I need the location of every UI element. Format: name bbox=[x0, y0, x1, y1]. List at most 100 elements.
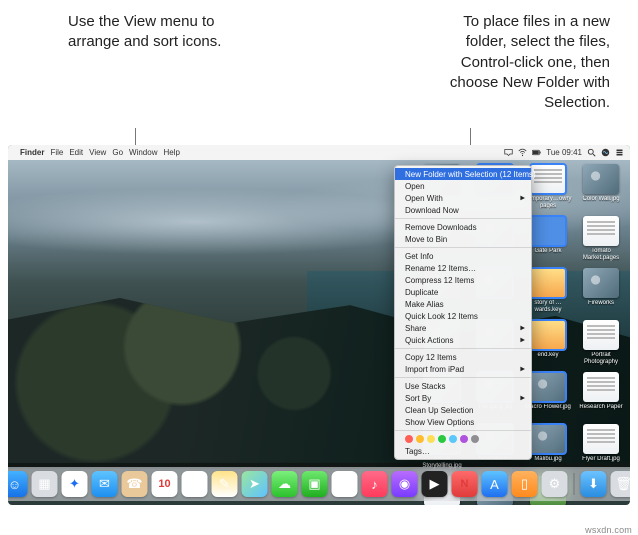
dock-app-downloads[interactable]: ⬇ bbox=[581, 471, 607, 497]
dock-app-contacts[interactable]: ☎ bbox=[122, 471, 148, 497]
context-menu-item[interactable]: Quick Actions bbox=[395, 334, 531, 346]
file-thumbnail-icon bbox=[530, 164, 566, 194]
notification-center-icon[interactable] bbox=[615, 148, 624, 157]
menubar-item-window[interactable]: Window bbox=[129, 148, 157, 157]
file-thumbnail-icon bbox=[530, 424, 566, 454]
tag-color-dot[interactable] bbox=[438, 435, 446, 443]
context-menu-separator bbox=[395, 430, 531, 431]
dock-app-photos[interactable]: ✿ bbox=[332, 471, 358, 497]
menubar-clock[interactable]: Tue 09:41 bbox=[546, 148, 582, 157]
desktop-file[interactable]: Research Paper bbox=[576, 372, 626, 422]
file-thumbnail-icon bbox=[583, 216, 619, 246]
menubar-item-view[interactable]: View bbox=[89, 148, 106, 157]
file-label: Tomato Market.pages bbox=[576, 248, 626, 261]
tag-color-dot[interactable] bbox=[405, 435, 413, 443]
desktop-file[interactable]: Tomato Market.pages bbox=[576, 216, 626, 266]
callout-view-menu: Use the View menu to arrange and sort ic… bbox=[68, 12, 238, 113]
file-label: Fireworks bbox=[588, 300, 614, 307]
dock-app-news[interactable]: N bbox=[452, 471, 478, 497]
tag-color-dot[interactable] bbox=[427, 435, 435, 443]
file-label: end.key bbox=[537, 352, 558, 359]
file-thumbnail-icon bbox=[530, 216, 566, 246]
context-menu-item[interactable]: Quick Look 12 Items bbox=[395, 310, 531, 322]
context-menu-item[interactable]: Rename 12 Items… bbox=[395, 262, 531, 274]
context-menu-item[interactable]: Use Stacks bbox=[395, 380, 531, 392]
dock-app-reminders[interactable]: ≣ bbox=[182, 471, 208, 497]
callouts: Use the View menu to arrange and sort ic… bbox=[0, 0, 638, 119]
context-menu-item[interactable]: Copy 12 Items bbox=[395, 351, 531, 363]
menubar-app[interactable]: Finder bbox=[20, 148, 44, 157]
dock-app-settings[interactable]: ⚙ bbox=[542, 471, 568, 497]
tag-color-dot[interactable] bbox=[471, 435, 479, 443]
tag-color-dot[interactable] bbox=[449, 435, 457, 443]
search-icon[interactable] bbox=[587, 148, 596, 157]
menubar-item-help[interactable]: Help bbox=[163, 148, 179, 157]
dock-app-safari[interactable]: ✦ bbox=[62, 471, 88, 497]
context-menu-item[interactable]: Clean Up Selection bbox=[395, 404, 531, 416]
dock-app-launchpad[interactable]: ▦ bbox=[32, 471, 58, 497]
dock-app-podcasts[interactable]: ◉ bbox=[392, 471, 418, 497]
context-menu-item[interactable]: New Folder with Selection (12 Items) bbox=[395, 168, 531, 180]
context-menu-item[interactable]: Move to Bin bbox=[395, 233, 531, 245]
menubar: Finder File Edit View Go Window Help Tue 09:4… bbox=[8, 145, 630, 160]
tag-color-dot[interactable] bbox=[416, 435, 424, 443]
context-menu-separator bbox=[395, 218, 531, 219]
battery-icon[interactable] bbox=[532, 148, 541, 157]
file-thumbnail-icon bbox=[583, 268, 619, 298]
context-menu-item[interactable]: Import from iPad bbox=[395, 363, 531, 375]
tag-color-dot[interactable] bbox=[460, 435, 468, 443]
siri-icon[interactable] bbox=[601, 148, 610, 157]
desktop-file[interactable]: Portrait Photography bbox=[576, 320, 626, 370]
context-menu-tags[interactable] bbox=[395, 433, 531, 445]
dock-app-calendar[interactable]: 10 bbox=[152, 471, 178, 497]
context-menu-item[interactable]: Make Alias bbox=[395, 298, 531, 310]
context-menu-item[interactable]: Show View Options bbox=[395, 416, 531, 428]
context-menu-item[interactable]: Download Now bbox=[395, 204, 531, 216]
file-thumbnail-icon bbox=[530, 268, 566, 298]
dock-app-maps[interactable]: ➤ bbox=[242, 471, 268, 497]
file-thumbnail-icon bbox=[530, 320, 566, 350]
context-menu-item[interactable]: Open With bbox=[395, 192, 531, 204]
dock-app-notes[interactable]: ✎ bbox=[212, 471, 238, 497]
context-menu-item[interactable]: Share bbox=[395, 322, 531, 334]
file-thumbnail-icon bbox=[583, 320, 619, 350]
dock-app-books[interactable]: ▯ bbox=[512, 471, 538, 497]
context-menu-item[interactable]: Compress 12 Items bbox=[395, 274, 531, 286]
dock-app-finder[interactable]: ☺ bbox=[8, 471, 28, 497]
dock-app-music[interactable]: ♪ bbox=[362, 471, 388, 497]
menubar-item-go[interactable]: Go bbox=[112, 148, 123, 157]
dock-app-mail[interactable]: ✉ bbox=[92, 471, 118, 497]
context-menu-item[interactable]: Remove Downloads bbox=[395, 221, 531, 233]
file-thumbnail-icon bbox=[583, 164, 619, 194]
context-menu-item[interactable]: Open bbox=[395, 180, 531, 192]
context-menu-separator bbox=[395, 247, 531, 248]
context-menu-item[interactable]: Get Info bbox=[395, 250, 531, 262]
dock-app-tv[interactable]: ▶ bbox=[422, 471, 448, 497]
dock-app-trash[interactable]: 🗑 bbox=[611, 471, 631, 497]
dock-app-appstore[interactable]: A bbox=[482, 471, 508, 497]
file-label: Flyer Draft.jpg bbox=[582, 456, 620, 463]
airplay-icon[interactable] bbox=[504, 148, 513, 157]
dock-app-messages[interactable]: ☁ bbox=[272, 471, 298, 497]
file-thumbnail-icon bbox=[583, 424, 619, 454]
menubar-item-file[interactable]: File bbox=[50, 148, 63, 157]
context-menu-item[interactable]: Duplicate bbox=[395, 286, 531, 298]
context-menu: New Folder with Selection (12 Items)Open… bbox=[394, 165, 532, 460]
context-menu-item[interactable]: Sort By bbox=[395, 392, 531, 404]
wifi-icon[interactable] bbox=[518, 148, 527, 157]
desktop-file[interactable]: Fireworks bbox=[576, 268, 626, 318]
menubar-item-edit[interactable]: Edit bbox=[69, 148, 83, 157]
file-label: Macro Flower.jpg bbox=[525, 404, 571, 411]
desktop-file[interactable]: Color Wall.jpg bbox=[576, 164, 626, 214]
context-menu-tags-more[interactable]: Tags… bbox=[395, 445, 531, 457]
file-thumbnail-icon bbox=[583, 372, 619, 402]
macos-screenshot: Finder File Edit View Go Window Help Tue 09:4… bbox=[8, 145, 630, 505]
file-label: Malibu.jpg bbox=[534, 456, 561, 463]
context-menu-separator bbox=[395, 348, 531, 349]
callout-new-folder: To place files in a new folder, select t… bbox=[420, 12, 610, 113]
file-label: Research Paper bbox=[579, 404, 622, 411]
dock-separator bbox=[574, 473, 575, 495]
context-menu-separator bbox=[395, 377, 531, 378]
dock: ☺▦✦✉☎10≣✎➤☁▣✿♪◉▶NA▯⚙ ⬇🗑 bbox=[8, 467, 630, 501]
dock-app-facetime[interactable]: ▣ bbox=[302, 471, 328, 497]
